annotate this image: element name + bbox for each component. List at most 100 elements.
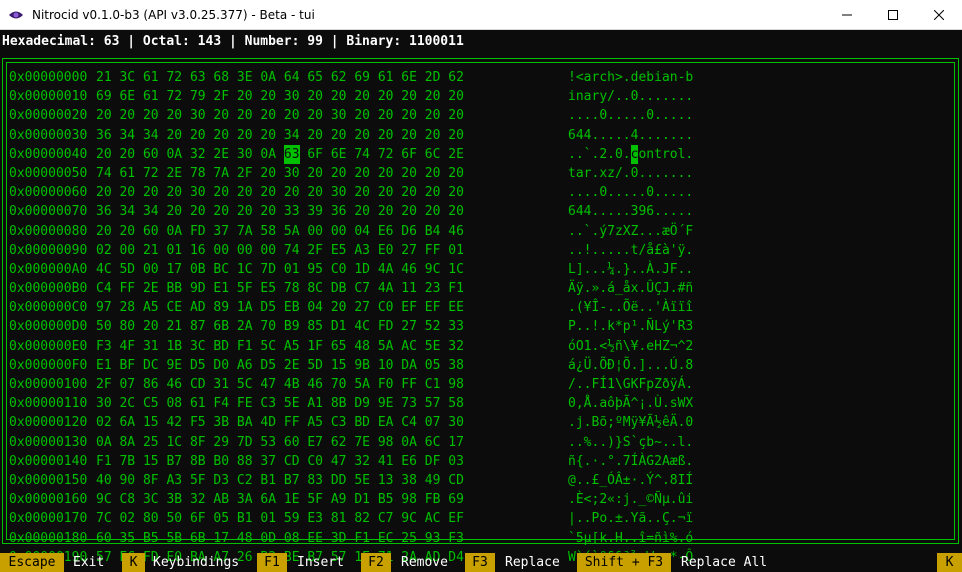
hex-byte[interactable]: 9E (166, 356, 182, 375)
hex-byte[interactable]: 36 (96, 126, 112, 145)
hex-byte[interactable]: 3B (166, 490, 182, 509)
hex-byte[interactable]: 20 (190, 202, 206, 221)
hex-row[interactable]: 0x00000040 20 20 60 0A 32 2E 30 0A 63 6F … (9, 144, 949, 164)
hex-byte[interactable]: 48 (354, 337, 370, 356)
hex-byte[interactable]: 65 (307, 68, 323, 87)
hex-byte[interactable]: 17 (213, 529, 229, 548)
hex-byte[interactable]: 20 (354, 87, 370, 106)
hex-byte[interactable]: FF (401, 375, 417, 394)
hex-byte[interactable]: 01 (284, 260, 300, 279)
hex-byte[interactable]: EC (378, 529, 394, 548)
hex-byte[interactable]: 20 (378, 202, 394, 221)
hex-byte[interactable]: CE (166, 298, 182, 317)
hex-byte[interactable]: 27 (401, 317, 417, 336)
hex-byte[interactable]: EF (425, 298, 441, 317)
hex-byte[interactable]: A3 (166, 471, 182, 490)
hex-byte[interactable]: F4 (213, 394, 229, 413)
hex-byte[interactable]: 34 (119, 126, 135, 145)
hex-byte[interactable]: D6 (401, 222, 417, 241)
hex-byte[interactable]: 20 (166, 202, 182, 221)
hex-byte[interactable]: DC (143, 356, 159, 375)
hex-byte[interactable]: 00 (213, 241, 229, 260)
hex-byte[interactable]: 8A (119, 433, 135, 452)
hex-byte[interactable]: 9B (354, 356, 370, 375)
hex-byte[interactable]: EF (448, 509, 464, 528)
hex-byte[interactable]: 87 (190, 317, 206, 336)
hex-byte[interactable]: 46 (448, 222, 464, 241)
hex-byte[interactable]: 9C (96, 490, 112, 509)
hex-byte[interactable]: 0A (401, 433, 417, 452)
hex-byte[interactable]: 20 (331, 87, 347, 106)
hex-byte[interactable]: F1 (354, 529, 370, 548)
hex-byte[interactable]: 78 (284, 279, 300, 298)
hex-byte[interactable]: C0 (378, 298, 394, 317)
hex-byte[interactable]: 20 (96, 106, 112, 125)
hex-byte[interactable]: C4 (96, 279, 112, 298)
hex-byte[interactable]: 69 (96, 87, 112, 106)
hex-byte[interactable]: D5 (260, 298, 276, 317)
hex-byte[interactable]: 1C (237, 260, 253, 279)
hex-byte[interactable]: 78 (190, 164, 206, 183)
hex-byte[interactable]: 31 (213, 375, 229, 394)
hex-byte[interactable]: 20 (378, 164, 394, 183)
hex-byte[interactable]: 6A (119, 413, 135, 432)
hex-byte[interactable]: 20 (331, 164, 347, 183)
hex-byte[interactable]: 6C (425, 433, 441, 452)
hex-row-bytes[interactable]: 97 28 A5 CE AD 89 1A D5 EB 04 20 27 C0 E… (96, 298, 568, 317)
hex-byte[interactable]: 31 (143, 337, 159, 356)
hex-byte[interactable]: 6F (307, 145, 323, 164)
hex-byte[interactable]: 6B (213, 317, 229, 336)
hex-byte[interactable]: E7 (307, 433, 323, 452)
hex-byte[interactable]: 6C (425, 145, 441, 164)
hex-byte[interactable]: 16 (190, 241, 206, 260)
hex-byte[interactable]: 2E (213, 145, 229, 164)
hex-byte[interactable]: BD (354, 413, 370, 432)
hex-byte[interactable]: AC (401, 337, 417, 356)
hex-byte[interactable]: 62 (331, 433, 347, 452)
hex-byte[interactable]: 63 (190, 68, 206, 87)
hex-byte[interactable]: 37 (260, 452, 276, 471)
hex-byte[interactable]: 9D (190, 279, 206, 298)
hex-byte[interactable]: 58 (448, 394, 464, 413)
hex-byte[interactable]: 49 (425, 471, 441, 490)
hex-byte[interactable]: 2F (96, 375, 112, 394)
keybinding-key[interactable]: K (122, 553, 145, 572)
hex-row[interactable]: 0x000000F0 E1 BF DC 9E D5 D0 A6 D5 2E 5D … (9, 356, 949, 375)
hex-row-bytes[interactable]: 20 20 60 0A FD 37 7A 58 5A 00 00 04 E6 D… (96, 222, 568, 241)
hex-byte[interactable]: 20 (166, 106, 182, 125)
hex-byte[interactable]: 1C (166, 433, 182, 452)
hex-byte[interactable]: 33 (448, 317, 464, 336)
hex-byte[interactable]: 34 (284, 126, 300, 145)
hex-byte[interactable]: 32 (448, 337, 464, 356)
hex-byte[interactable]: 68 (213, 68, 229, 87)
hex-byte[interactable]: 2E (166, 164, 182, 183)
hex-byte[interactable]: 8B (331, 394, 347, 413)
hex-byte[interactable]: 20 (237, 87, 253, 106)
hex-byte[interactable]: 32 (354, 452, 370, 471)
hex-byte[interactable]: B1 (237, 509, 253, 528)
hex-byte[interactable]: 1D (354, 260, 370, 279)
hex-byte[interactable]: 20 (401, 202, 417, 221)
hex-byte[interactable]: 62 (448, 68, 464, 87)
keybinding-key[interactable]: Escape (0, 553, 64, 572)
hex-byte[interactable]: E6 (401, 452, 417, 471)
hex-byte[interactable]: 04 (354, 222, 370, 241)
hex-byte[interactable]: E1 (96, 356, 112, 375)
hex-byte[interactable]: 20 (401, 183, 417, 202)
hex-byte[interactable]: D3 (213, 471, 229, 490)
hex-byte[interactable]: EF (401, 298, 417, 317)
hex-byte[interactable]: 53 (260, 433, 276, 452)
hex-byte[interactable]: 20 (166, 126, 182, 145)
hex-byte[interactable]: 1B (166, 337, 182, 356)
hex-byte[interactable]: 5D (307, 356, 323, 375)
hex-row-bytes[interactable]: 36 34 34 20 20 20 20 20 34 20 20 20 20 2… (96, 126, 568, 145)
hex-byte[interactable]: 2E (143, 279, 159, 298)
hex-byte[interactable]: 20 (119, 183, 135, 202)
hex-byte[interactable]: 61 (143, 87, 159, 106)
hex-byte[interactable]: 20 (213, 106, 229, 125)
hex-byte[interactable]: 20 (425, 106, 441, 125)
hex-byte[interactable]: 2E (284, 356, 300, 375)
hex-byte[interactable]: 07 (119, 375, 135, 394)
hex-byte[interactable]: 20 (260, 183, 276, 202)
hex-byte[interactable]: EE (448, 298, 464, 317)
